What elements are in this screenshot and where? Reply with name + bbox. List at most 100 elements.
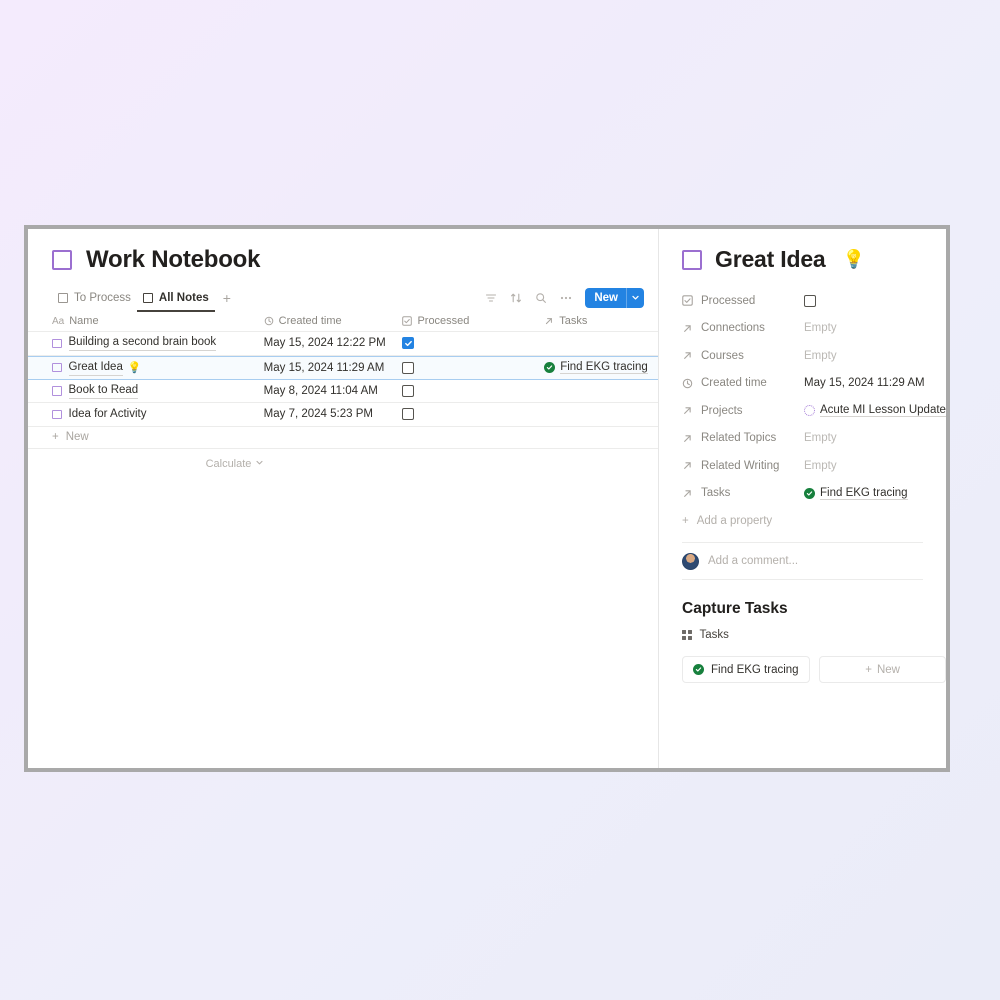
property-label-text: Created time [701,377,767,390]
view-toolbar: New [480,287,644,309]
task-card[interactable]: Find EKG tracing [682,656,811,683]
property-value[interactable] [804,294,816,307]
property-row-related-topics[interactable]: Related Topics Empty [682,425,946,453]
property-row-related-writing[interactable]: Related Writing Empty [682,452,946,480]
project-relation-chip[interactable]: Acute MI Lesson Update [804,404,946,418]
table-row[interactable]: Building a second brain book May 15, 202… [28,332,658,356]
notes-table: Aa Name Created time Processed Tasks Bui… [28,311,658,477]
cell-name[interactable]: Great Idea 💡 [28,355,256,380]
tasks-db-label: Tasks [699,629,729,641]
calculate-label: Calculate [205,458,252,470]
property-label: Tasks [682,487,804,499]
column-header-tasks[interactable]: Tasks [536,311,658,332]
page-peek-pane: Great Idea 💡 Processed Connections Empty… [659,229,946,768]
checkbox-unchecked[interactable] [804,294,816,307]
row-title: Book to Read [68,383,139,399]
cell-tasks[interactable] [536,380,658,403]
cell-created-time[interactable]: May 15, 2024 12:22 PM [255,332,395,356]
new-card-label: New [876,663,900,676]
view-tab-bar: To Process All Notes + New [28,284,658,312]
property-value[interactable]: Empty [804,460,837,472]
tab-all-notes[interactable]: All Notes [136,285,215,312]
cell-processed[interactable] [394,403,537,427]
cell-created-time[interactable]: May 15, 2024 11:29 AM [255,355,395,380]
property-value[interactable]: Empty [804,322,837,334]
relation-arrow-icon [682,488,693,499]
task-card-list: Find EKG tracing + New [659,641,946,683]
property-label: Related Topics [682,432,804,444]
calculate-row[interactable]: Calculate [28,452,658,477]
checkbox-checked[interactable] [402,337,415,350]
property-row-projects[interactable]: Projects Acute MI Lesson Update [682,397,946,425]
table-row[interactable]: Book to Read May 8, 2024 11:04 AM [28,380,658,403]
new-task-card-button[interactable]: + New [819,656,946,683]
plus-icon: + [682,514,689,527]
column-header-name[interactable]: Aa Name [28,311,256,332]
filter-icon[interactable] [480,287,502,309]
dotted-circle-icon [804,405,815,417]
page-square-icon [52,338,62,348]
app-window: Work Notebook To Process All Notes + New… [24,225,950,772]
column-header-processed[interactable]: Processed [394,311,537,332]
sort-icon[interactable] [505,287,527,309]
cell-processed[interactable] [394,355,537,380]
property-label: Created time [682,377,804,389]
new-button[interactable]: New [585,287,644,308]
cell-tasks[interactable] [536,332,658,356]
cell-created-time[interactable]: May 7, 2024 5:23 PM [255,403,395,427]
cell-tasks[interactable] [536,403,658,427]
property-row-created-time[interactable]: Created time May 15, 2024 11:29 AM [682,370,946,398]
property-value[interactable]: Empty [804,350,837,362]
property-row-tasks[interactable]: Tasks Find EKG tracing [682,480,946,508]
table-row[interactable]: Great Idea 💡 May 15, 2024 11:29 AM Find … [28,355,658,380]
tasks-database-link[interactable]: Tasks [659,618,946,641]
page-header: Work Notebook [28,229,658,274]
lightbulb-icon: 💡 [127,362,142,374]
chevron-down-icon[interactable] [627,288,644,308]
page-square-icon [52,386,62,396]
more-horizontal-icon[interactable] [555,287,577,309]
column-label: Name [69,315,99,327]
cell-processed[interactable] [394,380,537,403]
checkbox-unchecked[interactable] [402,384,415,397]
property-row-courses[interactable]: Courses Empty [682,342,946,370]
column-label: Tasks [559,315,588,327]
page-square-icon [52,362,62,373]
cell-created-time[interactable]: May 8, 2024 11:04 AM [255,380,395,403]
new-row-button[interactable]: + New [28,427,658,449]
cell-tasks[interactable]: Find EKG tracing [536,355,658,380]
property-value[interactable]: Find EKG tracing [804,487,908,500]
new-button-label: New [594,291,618,304]
property-value[interactable]: Acute MI Lesson Update [804,404,946,418]
cell-processed[interactable] [394,332,537,356]
tab-to-process[interactable]: To Process [52,285,137,311]
add-comment-row[interactable]: Add a comment... [659,543,946,579]
checkbox-unchecked[interactable] [402,408,415,421]
property-value[interactable]: May 15, 2024 11:29 AM [804,377,925,389]
search-icon[interactable] [530,287,552,309]
square-outline-icon [58,292,68,303]
table-row[interactable]: Idea for Activity May 7, 2024 5:23 PM [28,403,658,427]
property-row-connections[interactable]: Connections Empty [682,315,946,343]
square-outline-icon [142,292,153,303]
task-relation-chip[interactable]: Find EKG tracing [804,487,908,500]
cell-name[interactable]: Idea for Activity [28,403,256,427]
property-row-processed[interactable]: Processed [682,287,946,315]
checkbox-unchecked[interactable] [402,361,415,374]
add-view-button[interactable]: + [215,291,239,305]
add-property-button[interactable]: + Add a property [682,507,946,534]
property-label-text: Processed [701,294,756,307]
property-value[interactable]: Empty [804,432,837,444]
row-title: Building a second brain book [68,335,217,352]
chevron-down-icon [255,458,264,470]
task-relation-chip[interactable]: Find EKG tracing [544,361,648,374]
property-label-text: Related Writing [701,459,780,472]
cell-name[interactable]: Building a second brain book [28,332,256,356]
lightbulb-icon: 💡 [842,249,865,269]
relation-arrow-icon [682,350,693,361]
clock-icon [682,378,693,389]
task-label: Find EKG tracing [560,361,648,374]
user-avatar [682,552,699,570]
column-header-created-time[interactable]: Created time [255,311,395,332]
cell-name[interactable]: Book to Read [28,380,256,403]
